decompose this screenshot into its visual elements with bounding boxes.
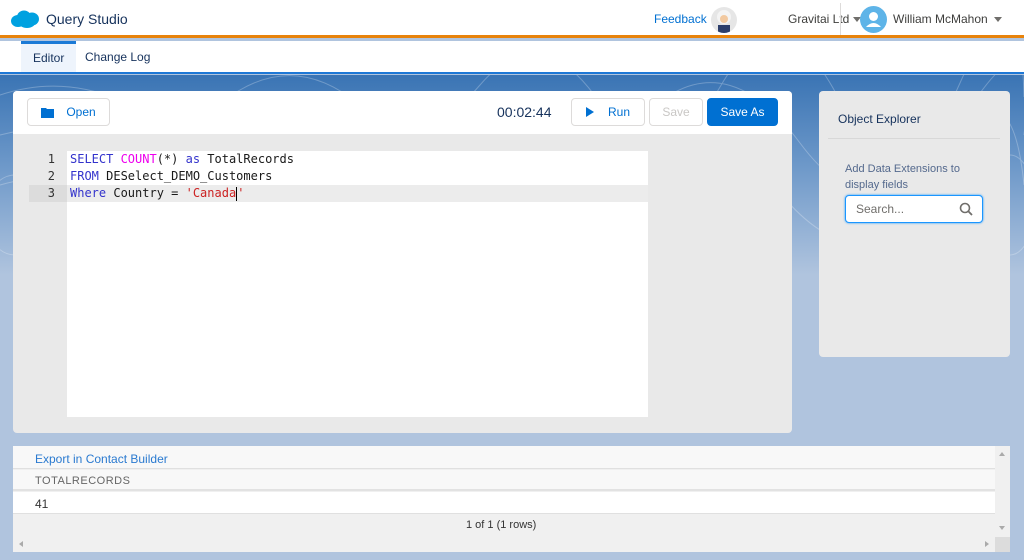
run-button[interactable]: Run (571, 98, 645, 126)
sql-text: Country = (106, 186, 186, 200)
org-avatar[interactable] (711, 7, 737, 33)
app-title: Query Studio (46, 11, 128, 27)
code-line[interactable]: FROM DESelect_DEMO_Customers (67, 168, 648, 185)
line-number: 1 (47, 152, 55, 166)
run-label: Run (607, 105, 630, 119)
org-switcher[interactable]: Gravitai Ltd (788, 12, 862, 26)
play-icon (585, 107, 594, 117)
tab-change-log[interactable]: Change Log (73, 41, 162, 72)
sql-text: (*) (156, 152, 186, 166)
sql-keyword: as (185, 152, 201, 166)
search-input[interactable] (856, 202, 956, 216)
elapsed-timer: 00:02:44 (497, 104, 552, 120)
pagination-status: 1 of 1 (1 rows) (466, 519, 537, 531)
salesforce-cloud-logo (11, 10, 39, 28)
sql-string: ' (237, 186, 245, 200)
save-as-button[interactable]: Save As (707, 98, 778, 126)
sql-keyword: FROM (70, 169, 99, 183)
tab-editor[interactable]: Editor (21, 41, 77, 72)
open-button[interactable]: Open (27, 98, 110, 126)
vertical-scrollbar[interactable] (995, 446, 1010, 537)
sql-keyword: SELECT (70, 152, 121, 166)
sql-code-editor[interactable]: SELECT COUNT(*) as TotalRecords FROM DESe… (67, 151, 648, 417)
sql-keyword: Where (70, 186, 107, 200)
scroll-down-arrow-icon[interactable] (999, 526, 1005, 530)
chevron-down-icon (993, 17, 1002, 23)
results-panel: Export in Contact Builder TOTALRECORDS 4… (13, 446, 1010, 552)
export-bar: Export in Contact Builder (13, 446, 995, 469)
code-line[interactable]: SELECT COUNT(*) as TotalRecords (67, 151, 648, 168)
save-button[interactable]: Save (649, 98, 703, 126)
tab-bar: Editor Change Log (0, 41, 1024, 74)
query-editor-panel: Open 00:02:44 Run Save Save As 1 2 3 SELEC… (13, 91, 792, 433)
user-avatar[interactable] (860, 6, 887, 33)
scroll-up-arrow-icon[interactable] (999, 452, 1005, 456)
export-contact-builder-link[interactable]: Export in Contact Builder (35, 452, 168, 466)
table-row: 41 (13, 492, 995, 514)
user-name: William McMahon (893, 12, 988, 26)
line-number: 2 (47, 169, 55, 183)
sql-function: COUNT (120, 152, 157, 166)
code-line[interactable]: Where Country = 'Canada' (67, 185, 648, 202)
einstein-avatar-icon (717, 10, 731, 33)
user-icon (866, 12, 881, 27)
data-extension-search[interactable] (845, 195, 983, 223)
horizontal-scrollbar[interactable] (13, 537, 995, 552)
column-header: TOTALRECORDS (13, 470, 995, 491)
sql-string: 'Canada (185, 186, 237, 200)
object-explorer-panel: Object Explorer Add Data Extensions to d… (819, 91, 1010, 357)
search-icon[interactable] (959, 202, 973, 216)
scrollbar-corner (995, 537, 1010, 552)
table-cell: 41 (35, 497, 49, 511)
folder-icon (41, 107, 55, 118)
column-header-totalrecords[interactable]: TOTALRECORDS (35, 475, 130, 487)
explorer-title: Object Explorer (838, 112, 921, 126)
open-label: Open (66, 105, 96, 119)
explorer-hint: Add Data Extensions to display fields (845, 163, 960, 191)
feedback-link[interactable]: Feedback (654, 12, 707, 26)
scroll-left-arrow-icon[interactable] (19, 541, 23, 547)
user-menu[interactable]: William McMahon (893, 12, 1002, 26)
sql-text: TotalRecords (200, 152, 294, 166)
top-header: Query Studio Feedback Gravitai Ltd Willi… (0, 0, 1024, 38)
header-divider (840, 3, 841, 35)
sql-text: DESelect_DEMO_Customers (98, 169, 273, 183)
line-number-gutter: 1 2 3 (29, 151, 67, 202)
editor-toolbar: Open 00:02:44 Run Save Save As (13, 91, 792, 134)
line-number: 3 (29, 185, 67, 202)
explorer-divider (828, 138, 1000, 139)
scroll-right-arrow-icon[interactable] (985, 541, 989, 547)
